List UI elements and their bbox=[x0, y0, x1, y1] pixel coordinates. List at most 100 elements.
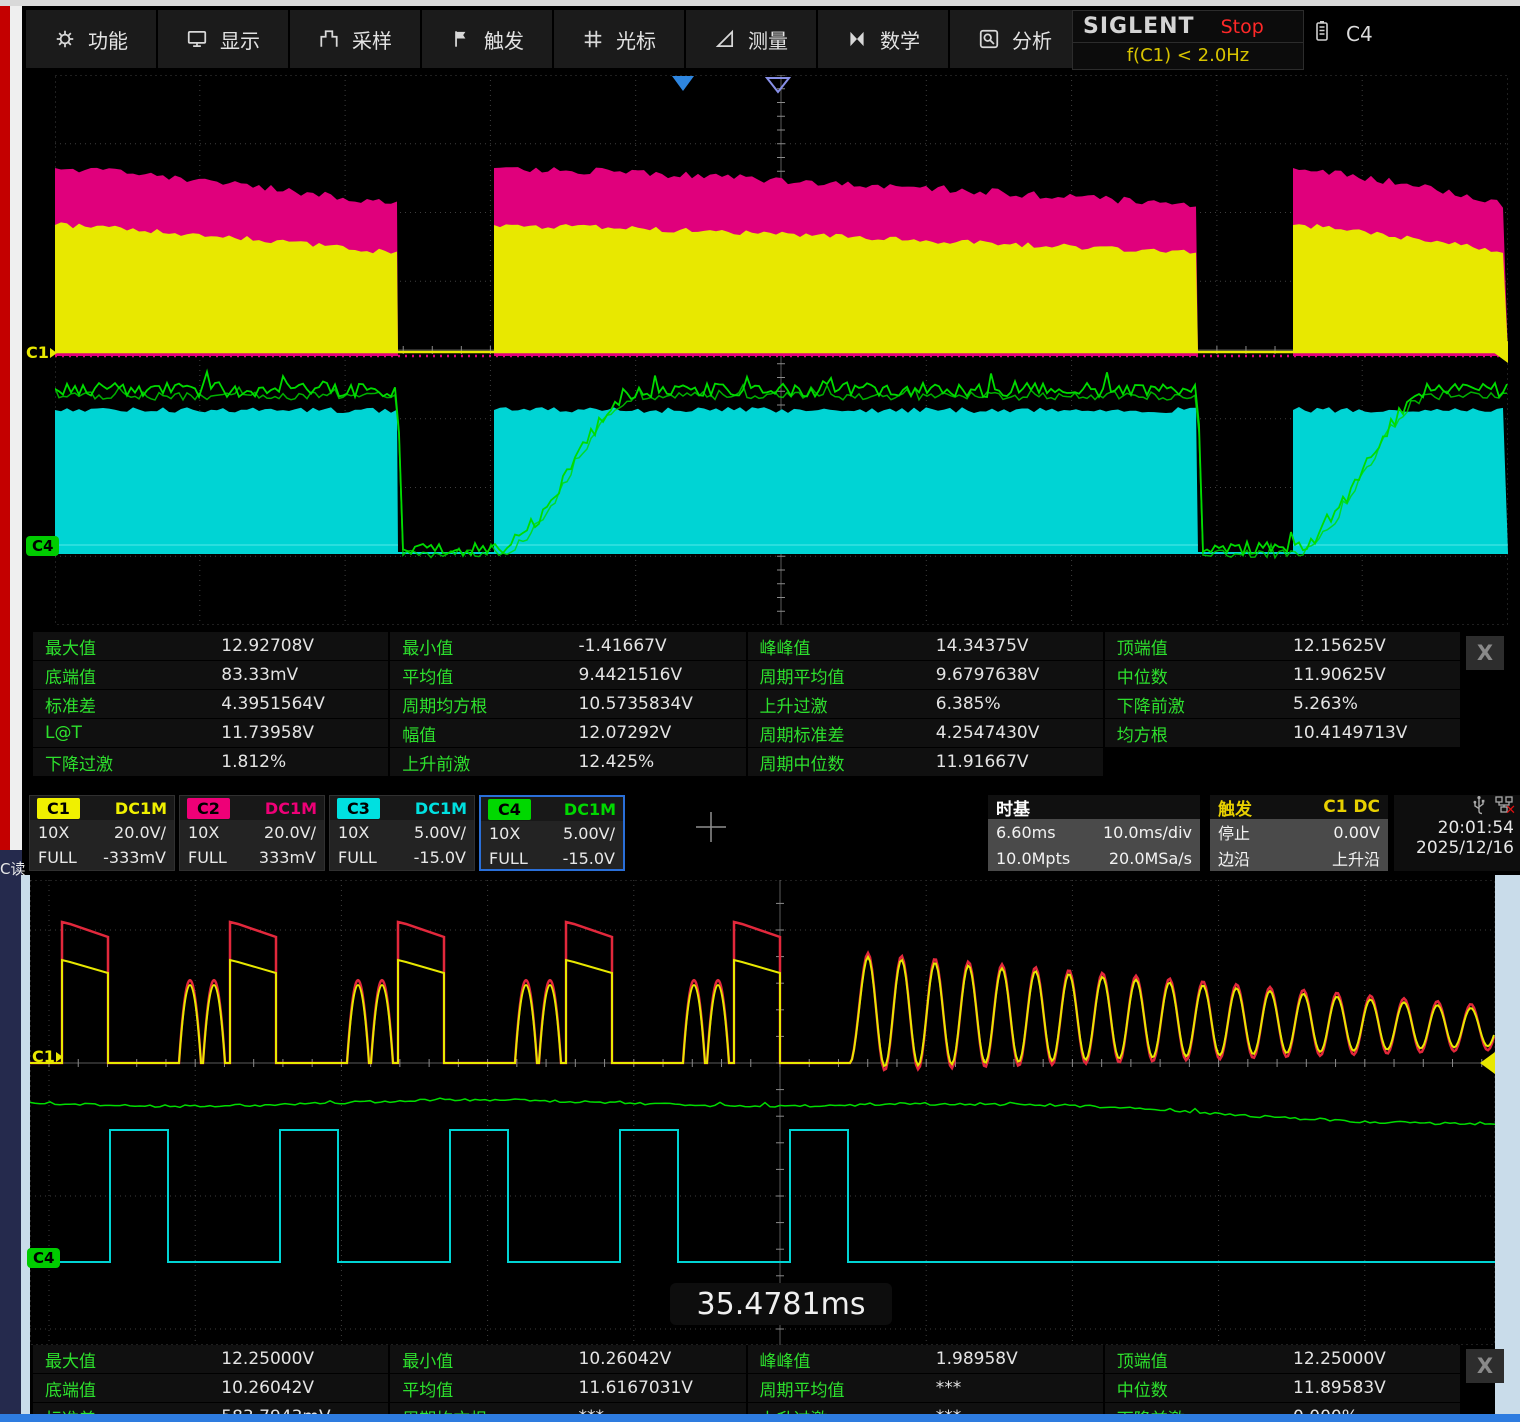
channel-c4-offset-marker[interactable]: C4 bbox=[26, 536, 59, 556]
channel-setting: 10X bbox=[38, 823, 69, 842]
channel-c4-chip[interactable]: C4 bbox=[488, 799, 531, 820]
measurement-cell: 周期中位数11.91667V bbox=[748, 748, 1103, 776]
measurement-label: 周期标准差 bbox=[748, 721, 936, 746]
measurement-row: 下降过激1.812%上升前激12.425%周期中位数11.91667V bbox=[33, 748, 1460, 776]
measurement-value: 11.89583V bbox=[1293, 1378, 1386, 1398]
acquisition-status[interactable]: Stop bbox=[1221, 16, 1264, 38]
measurement-label: 底端值 bbox=[33, 1376, 221, 1401]
c1-arrow-icon bbox=[50, 348, 57, 358]
window-edge-left bbox=[21, 875, 30, 1414]
active-channel-label: C4 bbox=[1346, 22, 1373, 46]
trigger-mode: 停止 bbox=[1218, 820, 1299, 844]
channel-setting: 5.00V/ bbox=[563, 824, 615, 843]
measurement-value: 12.25000V bbox=[221, 1349, 314, 1369]
channel-box-c1[interactable]: C1 DC1M 10X20.0V/FULL-333mV bbox=[29, 795, 175, 871]
channel-box-c2[interactable]: C2DC1M10X20.0V/FULL333mV bbox=[179, 795, 325, 871]
measurement-value: 4.3951564V bbox=[221, 694, 325, 714]
measurement-cell: 峰峰值14.34375V bbox=[748, 632, 1103, 660]
measurement-value: 12.92708V bbox=[221, 636, 314, 656]
usb-icon bbox=[1470, 795, 1488, 820]
measurement-label: 底端值 bbox=[33, 663, 221, 688]
measurement-value: 0.000% bbox=[1293, 1407, 1358, 1414]
channel-setting: FULL bbox=[489, 849, 528, 868]
measurement-label: 均方根 bbox=[1105, 721, 1293, 746]
menu-item-measure[interactable]: 测量 bbox=[686, 10, 816, 68]
measurement-cell: 上升过激6.385% bbox=[748, 690, 1103, 718]
math-icon bbox=[846, 28, 868, 50]
channel-c1-offset-marker-bottom[interactable]: C1 bbox=[32, 1047, 63, 1066]
measurement-value: 10.26042V bbox=[221, 1378, 314, 1398]
measurement-value: 83.33mV bbox=[221, 665, 298, 685]
channel-c4-offset-marker-bottom[interactable]: C4 bbox=[27, 1248, 60, 1268]
menu-item-acquire[interactable]: 采样 bbox=[290, 10, 420, 68]
trigger-frequency-readout: f(C1) < 2.0Hz bbox=[1073, 42, 1303, 66]
waveform-display-top[interactable] bbox=[55, 75, 1508, 625]
channel-coupling: DC1M bbox=[115, 799, 167, 818]
channel-settings-row: 10X5.00V/ bbox=[330, 820, 474, 845]
waveform-display-bottom[interactable] bbox=[30, 880, 1495, 1345]
c1-arrow-icon bbox=[56, 1052, 63, 1062]
measurement-cell: 标准差4.3951564V bbox=[33, 690, 388, 718]
measurement-cell: 周期标准差4.2547430V bbox=[748, 719, 1103, 747]
menu-item-math[interactable]: 数学 bbox=[818, 10, 948, 68]
measurement-row: 最大值12.92708V最小值-1.41667V峰峰值14.34375V顶端值1… bbox=[33, 632, 1460, 660]
timebase-title: 时基 bbox=[996, 795, 1030, 820]
channel-settings-row: FULL-333mV bbox=[30, 845, 174, 870]
trigger-panel[interactable]: 触发 C1 DC 停止 0.00V 边沿 上升沿 bbox=[1210, 795, 1388, 871]
measurement-cell: 幅值12.07292V bbox=[390, 719, 745, 747]
measurement-label: 上升过激 bbox=[748, 692, 936, 717]
measurement-cell: 下降前激5.263% bbox=[1105, 690, 1460, 718]
channel-settings-row: FULL333mV bbox=[180, 845, 324, 870]
timebase-panel[interactable]: 时基 6.60ms 10.0ms/div 10.0Mpts 20.0MSa/s bbox=[988, 795, 1200, 871]
menu-item-label: 测量 bbox=[748, 25, 788, 54]
close-measurements-top-button[interactable]: X bbox=[1466, 636, 1504, 670]
measurement-label: 上升过激 bbox=[748, 1405, 936, 1415]
trigger-level-marker-icon[interactable] bbox=[1493, 341, 1508, 363]
clock-time: 20:01:54 bbox=[1400, 818, 1514, 838]
measurement-value: *** bbox=[579, 1407, 605, 1414]
measurement-value: 14.34375V bbox=[936, 636, 1029, 656]
oscilloscope-screen-bottom: C1 C4 35.4781ms 最大值12.25000V最小值10.26042V… bbox=[0, 875, 1520, 1422]
menu-item-gear[interactable]: 功能 bbox=[26, 10, 156, 68]
channel-settings-row: 10X20.0V/ bbox=[30, 820, 174, 845]
channel-c1-offset-marker[interactable]: C1 bbox=[26, 343, 57, 362]
menu-item-label: 光标 bbox=[616, 25, 656, 54]
trigger-delay-marker-icon[interactable] bbox=[672, 76, 694, 91]
trigger-title: 触发 bbox=[1218, 795, 1252, 820]
channel-setting: 10X bbox=[489, 824, 520, 843]
menu-item-analysis[interactable]: 分析 bbox=[950, 10, 1080, 68]
measurement-value: 12.425% bbox=[579, 752, 655, 772]
channel-box-c4[interactable]: C4DC1M10X5.00V/FULL-15.0V bbox=[479, 795, 625, 871]
measurement-value: 9.4421516V bbox=[579, 665, 683, 685]
channel-settings-row: 10X20.0V/ bbox=[180, 820, 324, 845]
active-channel-indicator[interactable]: C4 bbox=[1314, 20, 1373, 47]
clock-panel: ✕ 20:01:54 2025/12/16 bbox=[1394, 795, 1520, 871]
channel-c2-chip[interactable]: C2 bbox=[187, 798, 230, 819]
measurement-row: 底端值10.26042V平均值11.6167031V周期平均值***中位数11.… bbox=[33, 1374, 1460, 1402]
measurement-table-bottom: 最大值12.25000V最小值10.26042V峰峰值1.98958V顶端值12… bbox=[33, 1345, 1460, 1414]
channel-setting: FULL bbox=[338, 848, 377, 867]
menu-item-label: 功能 bbox=[88, 25, 128, 54]
menu-item-display[interactable]: 显示 bbox=[158, 10, 288, 68]
close-measurements-bottom-button[interactable]: X bbox=[1466, 1349, 1504, 1383]
channel-box-c3[interactable]: C3DC1M10X5.00V/FULL-15.0V bbox=[329, 795, 475, 871]
menu-item-label: 触发 bbox=[484, 25, 524, 54]
trigger-level-marker-bottom-icon[interactable] bbox=[1480, 1052, 1495, 1074]
window-edge-bottom bbox=[0, 1414, 1520, 1422]
channel-c3-chip[interactable]: C3 bbox=[337, 798, 380, 819]
channel-setting: 20.0V/ bbox=[264, 823, 316, 842]
measurement-value: 4.2547430V bbox=[936, 723, 1040, 743]
channel-setting: -15.0V bbox=[414, 848, 466, 867]
network-icon: ✕ bbox=[1494, 795, 1514, 820]
measurement-label: 最大值 bbox=[33, 1347, 221, 1372]
menu-item-cursor[interactable]: 光标 bbox=[554, 10, 684, 68]
channel-setting: 10X bbox=[338, 823, 369, 842]
channel-c1-chip[interactable]: C1 bbox=[37, 798, 80, 819]
measurement-row: 底端值83.33mV平均值9.4421516V周期平均值9.6797638V中位… bbox=[33, 661, 1460, 689]
channel-settings-row: FULL -15.0V bbox=[330, 845, 474, 870]
background-window-text: C读 bbox=[0, 858, 25, 879]
trigger-slope: 上升沿 bbox=[1299, 846, 1380, 870]
measurement-cell: 最大值12.92708V bbox=[33, 632, 388, 660]
menu-item-trigger-flag[interactable]: 触发 bbox=[422, 10, 552, 68]
trigger-position-marker-icon[interactable] bbox=[765, 76, 791, 94]
